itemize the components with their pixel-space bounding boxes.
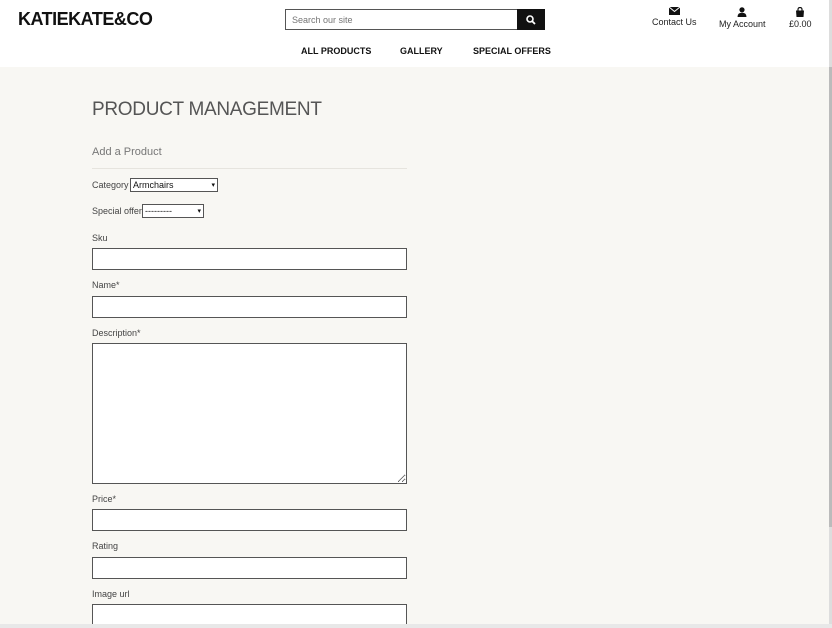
rating-label: Rating [92,541,119,551]
search-bar [285,9,545,30]
search-input[interactable] [285,9,517,30]
category-select-value: Armchairs [133,180,174,190]
description-textarea[interactable] [92,343,407,484]
horizontal-scrollbar[interactable] [0,624,832,628]
nav-special-offers[interactable]: SPECIAL OFFERS [473,46,551,56]
description-label: Description* [92,328,141,338]
user-icon [737,7,747,17]
bag-total: £0.00 [789,19,812,29]
page-title: PRODUCT MANAGEMENT [92,99,322,120]
nav-all-products[interactable]: ALL PRODUCTS [301,46,371,56]
contact-us-link[interactable]: Contact Us [652,7,697,27]
site-header: KATIEKATE&CO Contact Us My Account £0.00 [0,0,832,67]
name-label: Name* [92,280,120,290]
section-subtitle: Add a Product [92,146,162,158]
sku-label: Sku [92,233,108,243]
contact-us-label: Contact Us [652,17,697,27]
price-input[interactable] [92,509,407,531]
special-offer-select[interactable]: --------- ▾ [142,204,204,218]
my-account-link[interactable]: My Account [719,7,766,29]
image-url-input[interactable] [92,604,407,626]
name-input[interactable] [92,296,407,318]
image-url-label: Image url [92,589,130,599]
special-offer-label: Special offer [92,206,142,216]
category-label: Category [92,180,129,190]
special-offer-select-value: --------- [145,206,172,216]
category-select[interactable]: Armchairs ▾ [130,178,218,192]
section-divider [92,168,407,169]
sku-input[interactable] [92,248,407,270]
envelope-icon [668,7,680,15]
nav-gallery[interactable]: GALLERY [400,46,443,56]
chevron-down-icon: ▾ [211,182,215,189]
site-logo[interactable]: KATIEKATE&CO [18,9,153,30]
shopping-bag-link[interactable]: £0.00 [789,7,812,29]
my-account-label: My Account [719,19,766,29]
rating-input[interactable] [92,557,407,579]
shopping-bag-icon [796,7,805,17]
main-content: PRODUCT MANAGEMENT Add a Product Categor… [0,67,832,628]
chevron-down-icon: ▾ [197,208,201,215]
search-icon [526,14,536,25]
price-label: Price* [92,494,117,504]
search-button[interactable] [517,9,545,30]
